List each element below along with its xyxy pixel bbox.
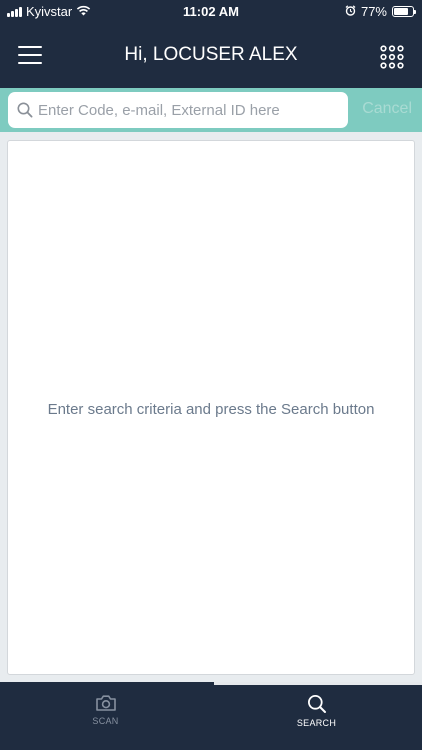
search-box[interactable]	[8, 92, 348, 128]
tab-scan[interactable]: SCAN	[0, 694, 211, 726]
tab-search[interactable]: SEARCH	[211, 694, 422, 728]
cancel-button[interactable]: Cancel	[362, 100, 412, 118]
bottom-tab-bar: SCAN SEARCH	[0, 686, 422, 750]
empty-state-message: Enter search criteria and press the Sear…	[47, 401, 375, 418]
grid-apps-icon[interactable]	[380, 45, 404, 69]
page-title: Hi, LOCUSER ALEX	[124, 44, 298, 65]
tab-scan-label: SCAN	[92, 716, 119, 726]
camera-icon	[0, 694, 211, 712]
battery-percent: 77%	[360, 4, 387, 19]
search-icon	[17, 102, 33, 123]
alarm-icon	[345, 4, 356, 19]
battery-icon	[392, 6, 416, 17]
status-right: 77%	[345, 4, 416, 19]
active-tab-indicator	[214, 682, 422, 685]
search-icon	[211, 694, 422, 714]
battery-level	[394, 8, 408, 15]
tab-search-label: SEARCH	[296, 718, 337, 728]
search-bar: Cancel	[0, 88, 422, 132]
status-bar: Kyivstar 11:02 AM 77%	[0, 0, 422, 22]
results-panel: Enter search criteria and press the Sear…	[7, 140, 415, 675]
search-input[interactable]	[38, 92, 338, 128]
app-header: Hi, LOCUSER ALEX	[0, 22, 422, 88]
content-area: Enter search criteria and press the Sear…	[0, 132, 422, 682]
